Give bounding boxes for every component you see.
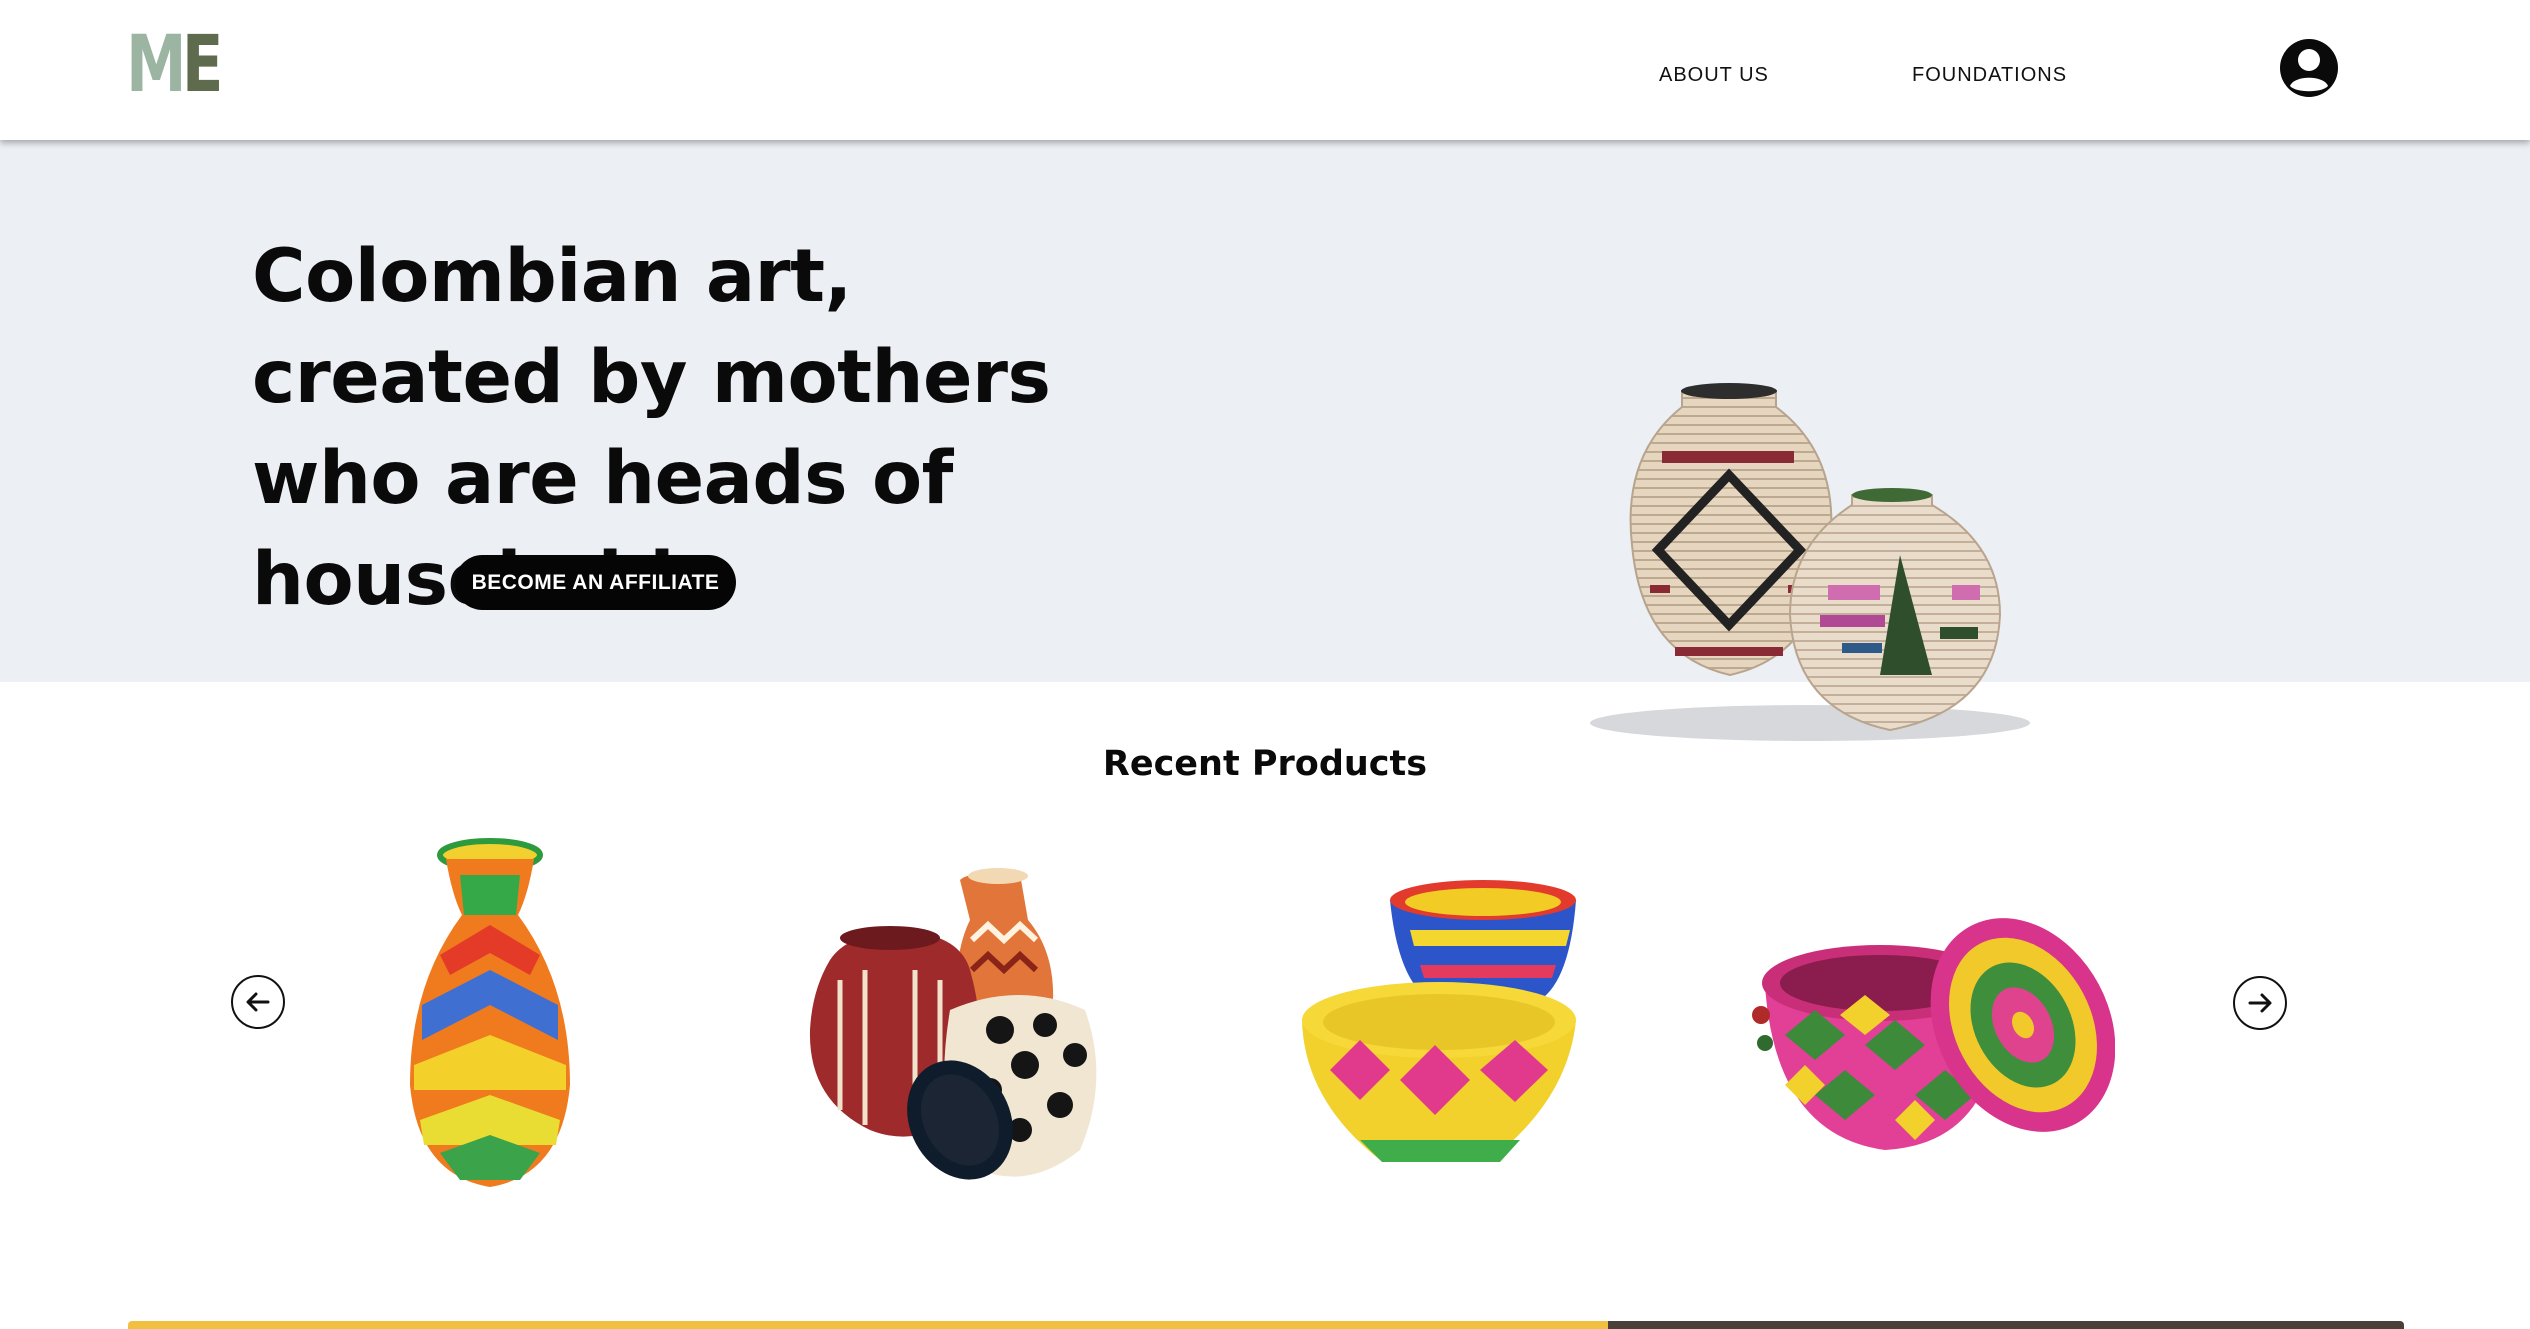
logo-letter-m: M (126, 20, 187, 110)
yellow-banner-edge (128, 1321, 1608, 1329)
nav-foundations[interactable]: FOUNDATIONS (1912, 64, 2067, 87)
product-card-rainbow-vase[interactable] (380, 835, 600, 1195)
nav-about-us[interactable]: ABOUT US (1659, 64, 1769, 87)
product-card-stacked-bowls[interactable] (1290, 870, 1600, 1180)
next-section-preview (128, 1321, 2404, 1329)
site-logo[interactable]: ME (126, 26, 223, 104)
arrow-right-icon (2248, 993, 2272, 1013)
user-circle-icon[interactable] (2278, 37, 2340, 99)
carousel-next-button[interactable] (2233, 976, 2287, 1030)
recent-products-title: Recent Products (1102, 744, 1428, 784)
arrow-left-icon (246, 992, 270, 1012)
become-affiliate-button[interactable]: BECOME AN AFFILIATE (455, 555, 736, 610)
logo-letter-e: E (181, 20, 224, 110)
site-header: ME ABOUT US FOUNDATIONS (0, 0, 2530, 140)
hero-banner: Colombian art, created by mothers who ar… (0, 140, 2530, 741)
woven-vases-image (1590, 383, 2030, 741)
product-card-basket-group[interactable] (800, 860, 1120, 1200)
photo-banner-edge (1608, 1321, 2404, 1329)
carousel-prev-button[interactable] (231, 975, 285, 1029)
product-card-lidded-basket[interactable] (1745, 895, 2115, 1165)
